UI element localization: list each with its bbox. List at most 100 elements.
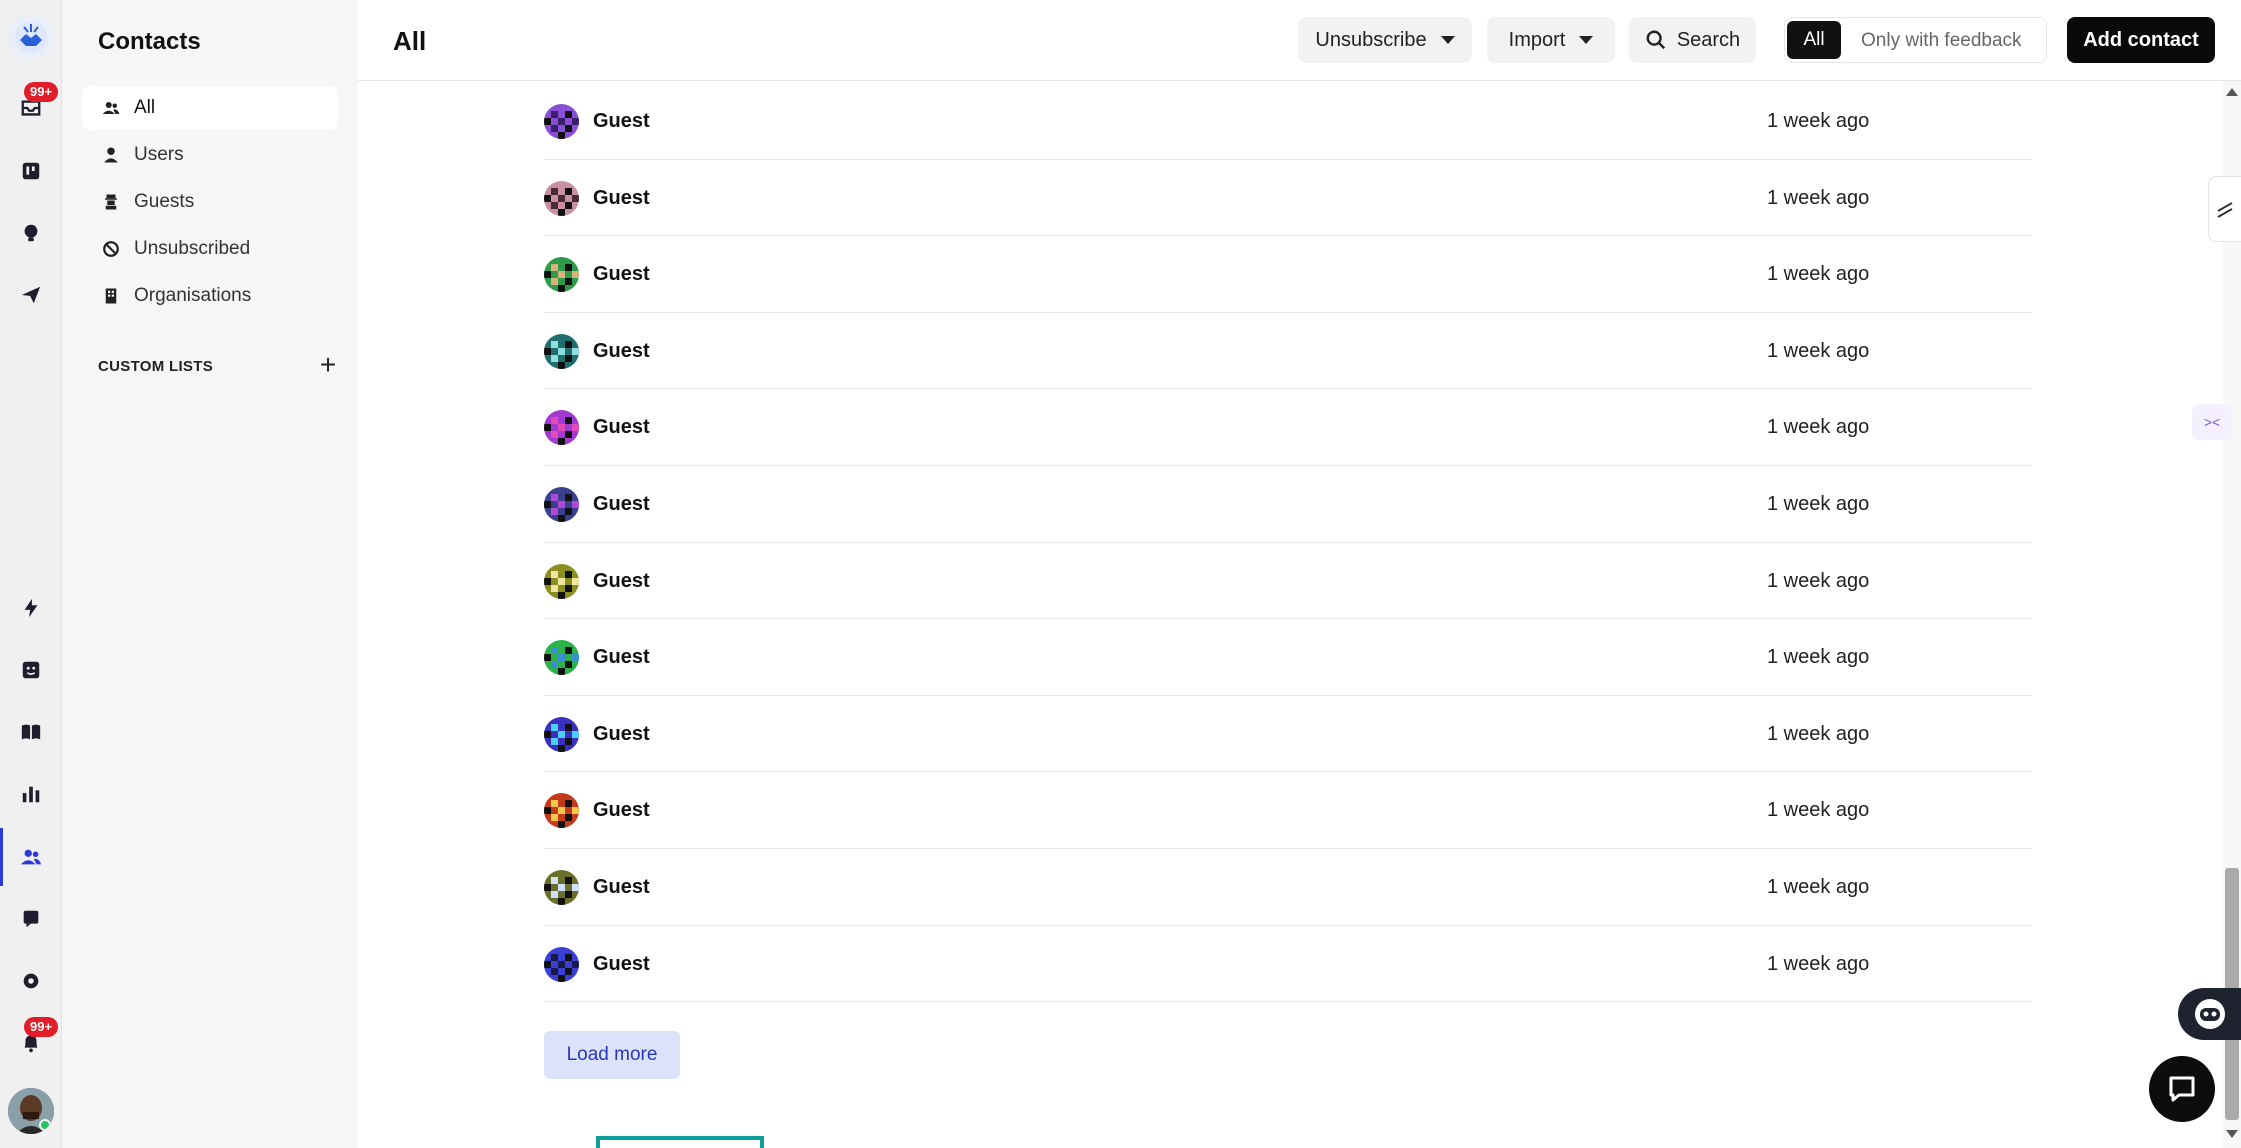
load-more-button[interactable]: Load more	[544, 1031, 680, 1079]
sidebar-item-organisations[interactable]: Organisations	[82, 274, 338, 318]
add-contact-button[interactable]: Add contact	[2067, 17, 2215, 63]
contact-name[interactable]: Guest	[593, 187, 650, 210]
contact-last-seen: 1 week ago	[1767, 799, 1870, 822]
focus-outline-box	[596, 1136, 764, 1148]
sidebar-item-label: Users	[134, 144, 184, 165]
sidebar-item-label: All	[134, 97, 156, 118]
filter-all-button[interactable]: All	[1787, 21, 1841, 59]
contact-last-seen: 1 week ago	[1767, 186, 1870, 209]
unsubscribe-label: Unsubscribe	[1315, 28, 1427, 51]
sidebar-item-users[interactable]: Users	[82, 133, 338, 177]
user-icon	[104, 147, 118, 163]
import-label: Import	[1508, 28, 1566, 51]
scroll-down-arrow-icon[interactable]	[2226, 1130, 2238, 1138]
contact-name[interactable]: Guest	[593, 799, 650, 822]
add-list-icon[interactable]: +	[316, 351, 340, 379]
app-logo[interactable]	[8, 14, 54, 60]
contact-name[interactable]: Guest	[593, 570, 650, 593]
board-icon[interactable]	[15, 155, 47, 187]
sidebar-item-label: Unsubscribed	[134, 238, 251, 259]
contact-row[interactable]: Guest 1 week ago	[544, 236, 2032, 313]
lightbulb-icon[interactable]	[15, 217, 47, 249]
contact-last-seen: 1 week ago	[1767, 492, 1870, 515]
guest-avatar	[544, 257, 579, 293]
contact-row[interactable]: Guest 1 week ago	[544, 83, 2032, 160]
contact-name[interactable]: Guest	[593, 340, 650, 363]
users-icon	[102, 102, 120, 114]
search-button[interactable]: Search	[1629, 17, 1756, 63]
contact-last-seen: 1 week ago	[1767, 339, 1870, 362]
guest-avatar	[544, 869, 579, 905]
contact-last-seen: 1 week ago	[1767, 416, 1870, 439]
gear-icon[interactable]	[15, 965, 47, 997]
contact-last-seen: 1 week ago	[1767, 875, 1870, 898]
sidebar-item-all[interactable]: All	[82, 86, 338, 130]
chart-icon[interactable]	[15, 778, 47, 810]
unsubscribe-dropdown[interactable]: Unsubscribe	[1298, 17, 1472, 63]
guest-avatar	[544, 793, 579, 829]
contact-last-seen: 1 week ago	[1767, 263, 1870, 286]
guest-avatar	[544, 486, 579, 522]
contact-row[interactable]: Guest 1 week ago	[544, 849, 2032, 926]
extension-tab[interactable]: ><	[2192, 404, 2232, 440]
logo-icon	[15, 21, 47, 53]
contact-name[interactable]: Guest	[593, 110, 650, 133]
contact-name[interactable]: Guest	[593, 263, 650, 286]
contacts-icon[interactable]	[15, 841, 47, 873]
contact-row[interactable]: Guest 1 week ago	[544, 926, 2032, 1003]
collapse-panel-tab[interactable]	[2208, 176, 2241, 242]
contact-last-seen: 1 week ago	[1767, 722, 1870, 745]
import-dropdown[interactable]: Import	[1487, 17, 1615, 63]
contacts-sidebar: Contacts All Users Guests Unsubscribed O…	[62, 0, 358, 1148]
sidebar-title: Contacts	[98, 28, 201, 55]
online-status-dot	[39, 1119, 51, 1131]
search-icon	[1646, 30, 1665, 50]
filter-feedback-button[interactable]: Only with feedback	[1861, 30, 2022, 52]
send-icon[interactable]	[15, 279, 47, 311]
apps-icon[interactable]	[15, 903, 47, 935]
chat-launcher-button[interactable]	[2149, 1056, 2215, 1122]
collapse-icon	[2217, 202, 2233, 218]
bolt-icon[interactable]	[15, 592, 47, 624]
search-label: Search	[1676, 28, 1741, 51]
building-icon	[105, 288, 117, 304]
scroll-up-arrow-icon[interactable]	[2226, 88, 2238, 96]
contact-row[interactable]: Guest 1 week ago	[544, 389, 2032, 466]
contact-row[interactable]: Guest 1 week ago	[544, 619, 2032, 696]
guest-avatar	[544, 410, 579, 446]
guest-avatar	[544, 946, 579, 982]
bot-icon	[2194, 999, 2225, 1029]
rail-active-indicator	[0, 828, 3, 886]
assistant-bot-button[interactable]	[2178, 988, 2241, 1040]
extension-icon: ><	[2203, 414, 2221, 430]
contact-name[interactable]: Guest	[593, 416, 650, 439]
guest-avatar	[544, 640, 579, 676]
contact-row[interactable]: Guest 1 week ago	[544, 543, 2032, 620]
contact-name[interactable]: Guest	[593, 953, 650, 976]
contact-row[interactable]: Guest 1 week ago	[544, 772, 2032, 849]
contact-row[interactable]: Guest 1 week ago	[544, 696, 2032, 773]
guest-avatar	[544, 716, 579, 752]
guest-avatar	[544, 563, 579, 599]
contact-name[interactable]: Guest	[593, 723, 650, 746]
contact-last-seen: 1 week ago	[1767, 110, 1870, 132]
user-avatar[interactable]	[8, 1088, 54, 1134]
guest-avatar	[544, 333, 579, 369]
contact-name[interactable]: Guest	[593, 646, 650, 669]
contact-name[interactable]: Guest	[593, 876, 650, 899]
chevron-down-icon	[1579, 36, 1594, 44]
sidebar-item-unsubscribed[interactable]: Unsubscribed	[82, 227, 338, 271]
contact-name[interactable]: Guest	[593, 493, 650, 516]
contact-last-seen: 1 week ago	[1767, 646, 1870, 669]
custom-lists-heading: CUSTOM LISTS	[98, 358, 213, 375]
book-icon[interactable]	[15, 716, 47, 748]
contact-row[interactable]: Guest 1 week ago	[544, 466, 2032, 543]
contact-last-seen: 1 week ago	[1767, 569, 1870, 592]
contact-row[interactable]: Guest 1 week ago	[544, 160, 2032, 237]
widget-icon[interactable]	[15, 654, 47, 686]
contact-row[interactable]: Guest 1 week ago	[544, 313, 2032, 390]
guest-icon	[105, 194, 117, 210]
sidebar-item-label: Guests	[134, 191, 195, 212]
sidebar-item-label: Organisations	[134, 285, 252, 306]
sidebar-item-guests[interactable]: Guests	[82, 180, 338, 224]
